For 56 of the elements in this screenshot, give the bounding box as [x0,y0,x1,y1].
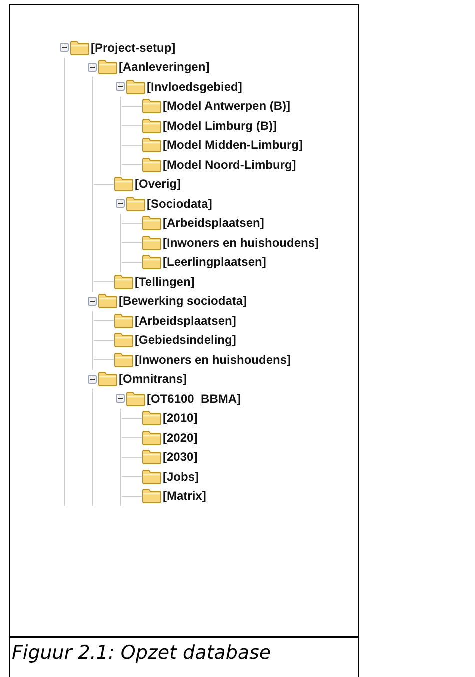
collapse-icon[interactable] [60,43,69,52]
tree-item[interactable]: [Model Limburg (B)] [163,118,277,133]
folder-icon [98,59,118,76]
collapse-icon[interactable] [88,296,97,306]
tree-item[interactable]: [Inwoners en huishoudens] [163,236,320,250]
tree-item[interactable]: [Gebiedsindeling] [135,333,236,348]
folder-icon [70,40,90,56]
tree-item[interactable]: [Tellingen] [135,274,195,289]
folder-icon [142,234,162,251]
tree-item[interactable]: [Model Noord-Limburg] [163,158,296,172]
folder-icon [142,118,162,134]
tree-item[interactable]: [Leerlingplaatsen] [163,255,266,270]
folder-icon [114,312,134,329]
tree-item[interactable]: [2020] [163,430,198,445]
tree-item[interactable]: [Arbeidsplaatsen] [135,314,236,328]
tree-item[interactable]: [Inwoners en huishoudens] [135,352,292,367]
tree-item[interactable]: [2010] [163,411,198,426]
collapse-icon[interactable] [88,374,97,384]
folder-icon [142,468,162,485]
tree-item[interactable]: [Jobs] [163,470,199,484]
tree-item[interactable]: [Invloedsgebied] [147,80,242,94]
tree-item[interactable]: [Overig] [135,177,182,192]
folder-icon [98,371,118,388]
tree-item[interactable]: [Project-setup] [91,40,176,55]
folder-icon [114,332,134,348]
folder-icon [142,215,162,232]
folder-icon [142,137,162,154]
tree-item[interactable]: [OT6100_BBMA] [147,392,242,406]
folder-icon [142,488,162,504]
tree-item[interactable]: [Model Antwerpen (B)] [163,99,291,114]
folder-icon [142,430,162,446]
folder-icon [126,196,146,212]
folder-icon [142,449,162,466]
folder-icon [126,390,146,407]
folder-icon [142,410,162,426]
collapse-icon[interactable] [116,82,125,92]
folder-icon [98,293,118,310]
folder-icon [126,78,146,95]
collapse-icon[interactable] [116,199,125,208]
collapse-icon[interactable] [116,394,125,404]
tree-item[interactable]: [Aanleveringen] [119,60,210,74]
collapse-icon[interactable] [88,62,97,72]
folder-icon [114,352,134,368]
folder-icon [142,254,162,270]
tree-item[interactable]: [Matrix] [163,489,206,504]
figure-caption: Figuur 2.1: Opzet database [10,636,358,664]
tree-item[interactable]: [Sociodata] [147,196,212,211]
tree-item[interactable]: [Omnitrans] [119,372,188,386]
folder-icon [142,98,162,114]
folder-icon [142,156,162,173]
tree-item[interactable]: [Bewerking sociodata] [119,294,248,308]
folder-icon [114,176,134,192]
tree-item[interactable]: [2030] [163,450,198,464]
tree-item[interactable]: [Model Midden-Limburg] [163,138,303,152]
folder-icon [114,274,134,290]
tree-item[interactable]: [Arbeidsplaatsen] [163,216,264,230]
